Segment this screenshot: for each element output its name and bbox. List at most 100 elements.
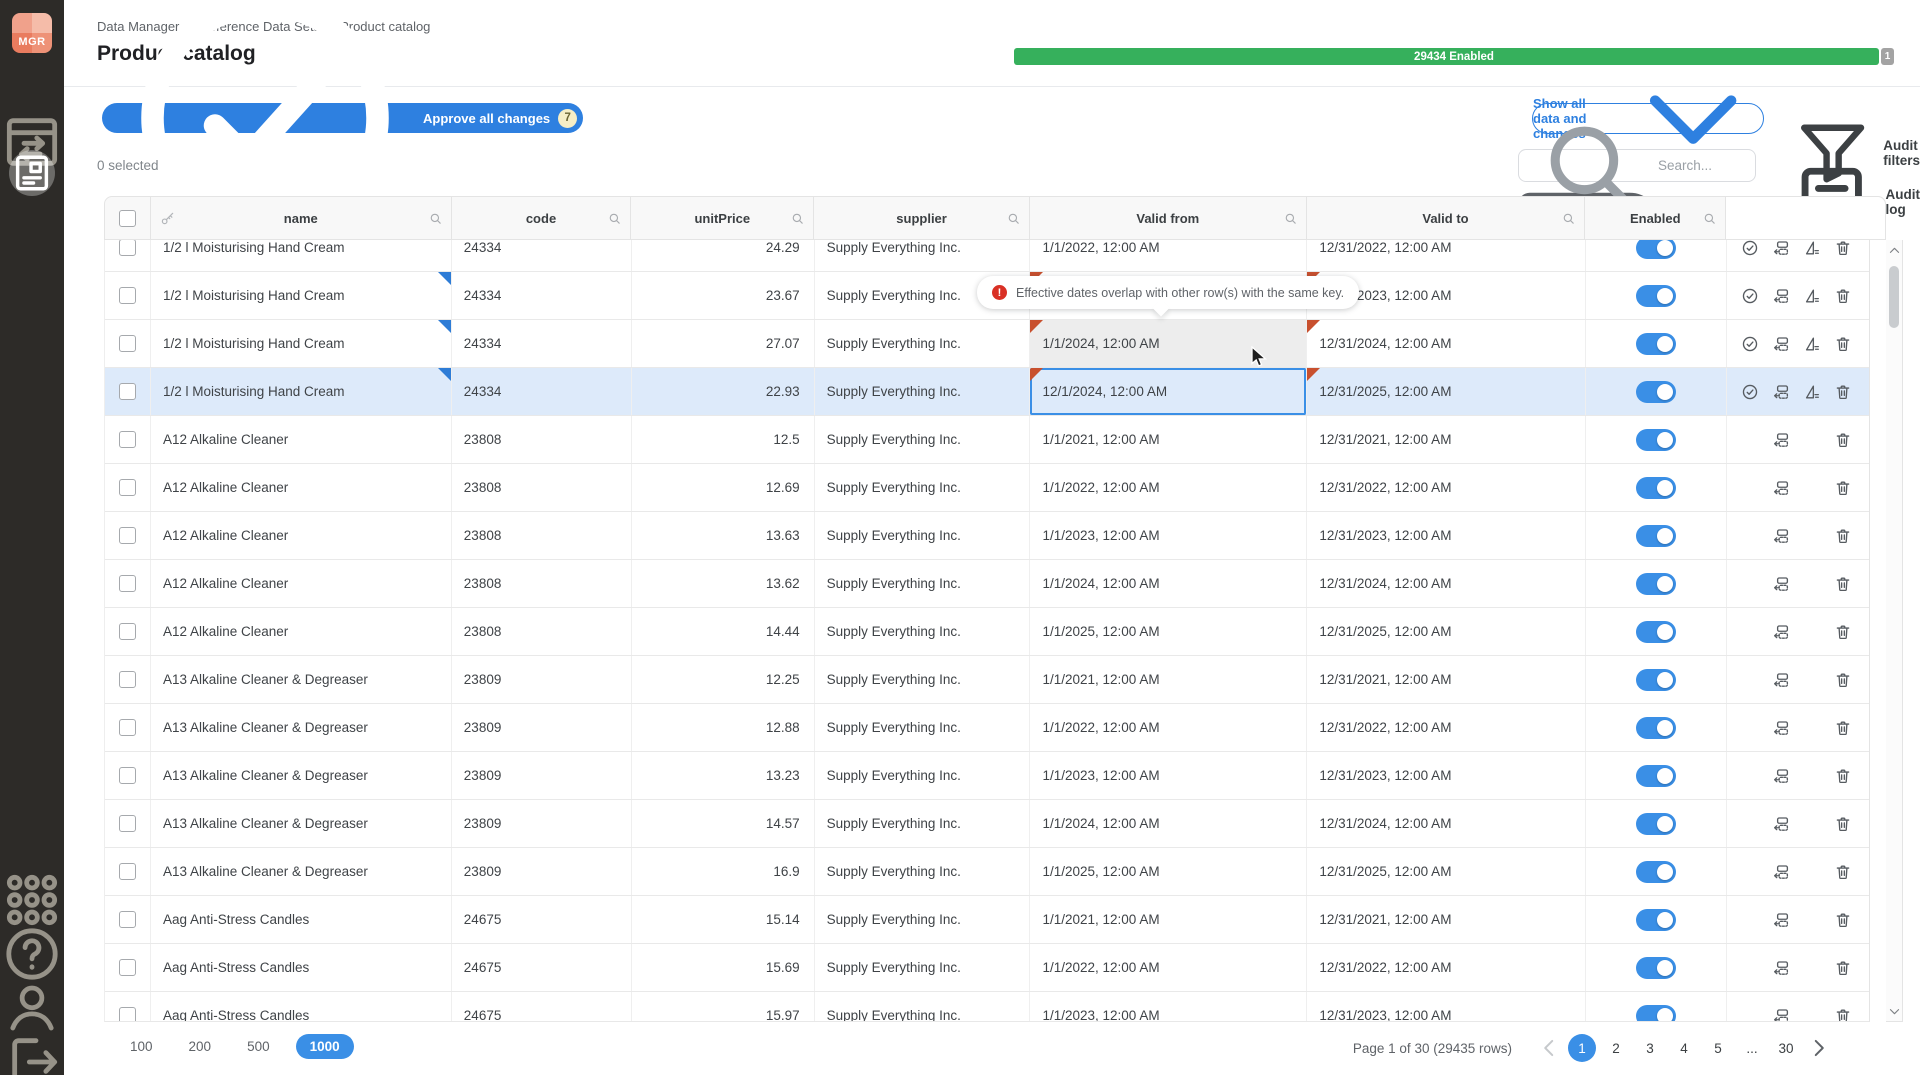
cell-supplier[interactable]: Supply Everything Inc.	[815, 944, 1031, 991]
column-header-validfrom[interactable]: Valid from	[1030, 197, 1307, 239]
delete-row-button[interactable]	[1834, 287, 1852, 305]
cell-validfrom[interactable]: 1/1/2021, 12:00 AM	[1030, 416, 1307, 463]
cell-name[interactable]: 1/2 l Moisturising Hand Cream	[151, 272, 452, 319]
delete-row-button[interactable]	[1834, 383, 1852, 401]
row-checkbox[interactable]	[119, 287, 136, 304]
enabled-toggle[interactable]	[1636, 717, 1676, 739]
table-row[interactable]: A13 Alkaline Cleaner & Degreaser2380912.…	[105, 656, 1869, 704]
row-checkbox[interactable]	[119, 383, 136, 400]
cell-validfrom[interactable]: 1/1/2023, 12:00 AM	[1030, 992, 1307, 1022]
cell-validto[interactable]: 12/31/2023, 12:00 AM	[1307, 992, 1586, 1022]
enabled-toggle[interactable]	[1636, 285, 1676, 307]
enabled-toggle[interactable]	[1636, 573, 1676, 595]
cell-unitprice[interactable]: 15.97	[632, 992, 815, 1022]
delete-row-button[interactable]	[1834, 671, 1852, 689]
row-checkbox[interactable]	[119, 911, 136, 928]
cell-unitprice[interactable]: 27.07	[632, 320, 815, 367]
approve-row-button[interactable]	[1741, 335, 1759, 353]
cell-validfrom[interactable]: 1/1/2022, 12:00 AM	[1030, 464, 1307, 511]
cell-code[interactable]: 23809	[452, 800, 632, 847]
cell-code[interactable]: 23809	[452, 752, 632, 799]
cell-validfrom[interactable]: 1/1/2025, 12:00 AM	[1030, 848, 1307, 895]
column-search-icon[interactable]	[428, 211, 443, 226]
delete-row-button[interactable]	[1834, 767, 1852, 785]
cell-validto[interactable]: 12/31/2022, 12:00 AM	[1307, 464, 1586, 511]
cell-validto[interactable]: 12/31/2024, 12:00 AM	[1307, 320, 1586, 367]
row-checkbox[interactable]	[119, 623, 136, 640]
column-header-validto[interactable]: Valid to	[1307, 197, 1586, 239]
cell-name[interactable]: A13 Alkaline Cleaner & Degreaser	[151, 704, 452, 751]
cell-validto[interactable]: 12/31/2022, 12:00 AM	[1307, 240, 1586, 271]
row-checkbox[interactable]	[119, 959, 136, 976]
cell-validfrom[interactable]: 1/1/2021, 12:00 AM	[1030, 896, 1307, 943]
cell-code[interactable]: 23808	[452, 512, 632, 559]
duplicate-row-button[interactable]	[1772, 671, 1790, 689]
delete-row-button[interactable]	[1834, 575, 1852, 593]
column-search-icon[interactable]	[1006, 211, 1021, 226]
cell-supplier[interactable]: Supply Everything Inc.	[815, 992, 1031, 1022]
table-row[interactable]: A12 Alkaline Cleaner2380814.44Supply Eve…	[105, 608, 1869, 656]
cell-code[interactable]: 24675	[452, 992, 632, 1022]
enabled-toggle[interactable]	[1636, 909, 1676, 931]
cell-code[interactable]: 24334	[452, 272, 632, 319]
cell-validto[interactable]: 12/31/2024, 12:00 AM	[1307, 800, 1586, 847]
cell-name[interactable]: Aag Anti-Stress Candles	[151, 992, 452, 1022]
cell-supplier[interactable]: Supply Everything Inc.	[815, 368, 1031, 415]
cell-code[interactable]: 23808	[452, 416, 632, 463]
page-size-option[interactable]: 1000	[296, 1034, 354, 1059]
table-row[interactable]: A13 Alkaline Cleaner & Degreaser2380914.…	[105, 800, 1869, 848]
cell-unitprice[interactable]: 12.25	[632, 656, 815, 703]
column-search-icon[interactable]	[1283, 211, 1298, 226]
cell-unitprice[interactable]: 15.14	[632, 896, 815, 943]
page-button[interactable]: 4	[1670, 1034, 1698, 1062]
delete-row-button[interactable]	[1834, 719, 1852, 737]
cell-code[interactable]: 24334	[452, 320, 632, 367]
header-select-all[interactable]	[105, 197, 151, 239]
cell-name[interactable]: Aag Anti-Stress Candles	[151, 896, 452, 943]
delete-row-button[interactable]	[1834, 623, 1852, 641]
cell-unitprice[interactable]: 24.29	[632, 240, 815, 271]
cell-validto[interactable]: 12/31/2023, 12:00 AM	[1307, 512, 1586, 559]
app-logo[interactable]: MGR	[12, 13, 52, 53]
page-size-option[interactable]: 100	[120, 1034, 163, 1059]
table-row[interactable]: 1/2 l Moisturising Hand Cream2433427.07S…	[105, 320, 1869, 368]
row-audit-button[interactable]	[1803, 240, 1821, 257]
enabled-toggle[interactable]	[1636, 240, 1676, 259]
duplicate-row-button[interactable]	[1772, 815, 1790, 833]
cell-name[interactable]: 1/2 l Moisturising Hand Cream	[151, 320, 452, 367]
column-header-unitprice[interactable]: unitPrice	[631, 197, 814, 239]
delete-row-button[interactable]	[1834, 1007, 1852, 1023]
row-checkbox[interactable]	[119, 431, 136, 448]
page-button[interactable]: 1	[1568, 1034, 1596, 1062]
cell-validto[interactable]: 12/31/2023, 12:00 AM	[1307, 752, 1586, 799]
cell-code[interactable]: 23809	[452, 656, 632, 703]
duplicate-row-button[interactable]	[1772, 287, 1790, 305]
column-search-icon[interactable]	[1561, 211, 1576, 226]
column-search-icon[interactable]	[790, 211, 805, 226]
column-header-name[interactable]: name	[151, 197, 452, 239]
table-row[interactable]: Aag Anti-Stress Candles2467515.14Supply …	[105, 896, 1869, 944]
cell-code[interactable]: 24675	[452, 896, 632, 943]
cell-supplier[interactable]: Supply Everything Inc.	[815, 240, 1031, 271]
cell-validfrom[interactable]: 1/1/2023, 12:00 AM	[1030, 752, 1307, 799]
enabled-toggle[interactable]	[1636, 333, 1676, 355]
duplicate-row-button[interactable]	[1772, 383, 1790, 401]
duplicate-row-button[interactable]	[1772, 1007, 1790, 1023]
cell-unitprice[interactable]: 14.44	[632, 608, 815, 655]
enabled-toggle[interactable]	[1636, 957, 1676, 979]
select-all-checkbox[interactable]	[119, 210, 136, 227]
cell-unitprice[interactable]: 13.62	[632, 560, 815, 607]
row-checkbox[interactable]	[119, 527, 136, 544]
duplicate-row-button[interactable]	[1772, 863, 1790, 881]
cell-validfrom[interactable]: 1/1/2024, 12:00 AM	[1030, 800, 1307, 847]
cell-validfrom[interactable]: 1/1/2024, 12:00 AM	[1030, 560, 1307, 607]
delete-row-button[interactable]	[1834, 335, 1852, 353]
enabled-toggle[interactable]	[1636, 861, 1676, 883]
delete-row-button[interactable]	[1834, 911, 1852, 929]
cell-supplier[interactable]: Supply Everything Inc.	[815, 656, 1031, 703]
search-box[interactable]	[1518, 149, 1756, 182]
cell-unitprice[interactable]: 23.67	[632, 272, 815, 319]
cell-code[interactable]: 24675	[452, 944, 632, 991]
cell-supplier[interactable]: Supply Everything Inc.	[815, 512, 1031, 559]
cell-supplier[interactable]: Supply Everything Inc.	[815, 848, 1031, 895]
